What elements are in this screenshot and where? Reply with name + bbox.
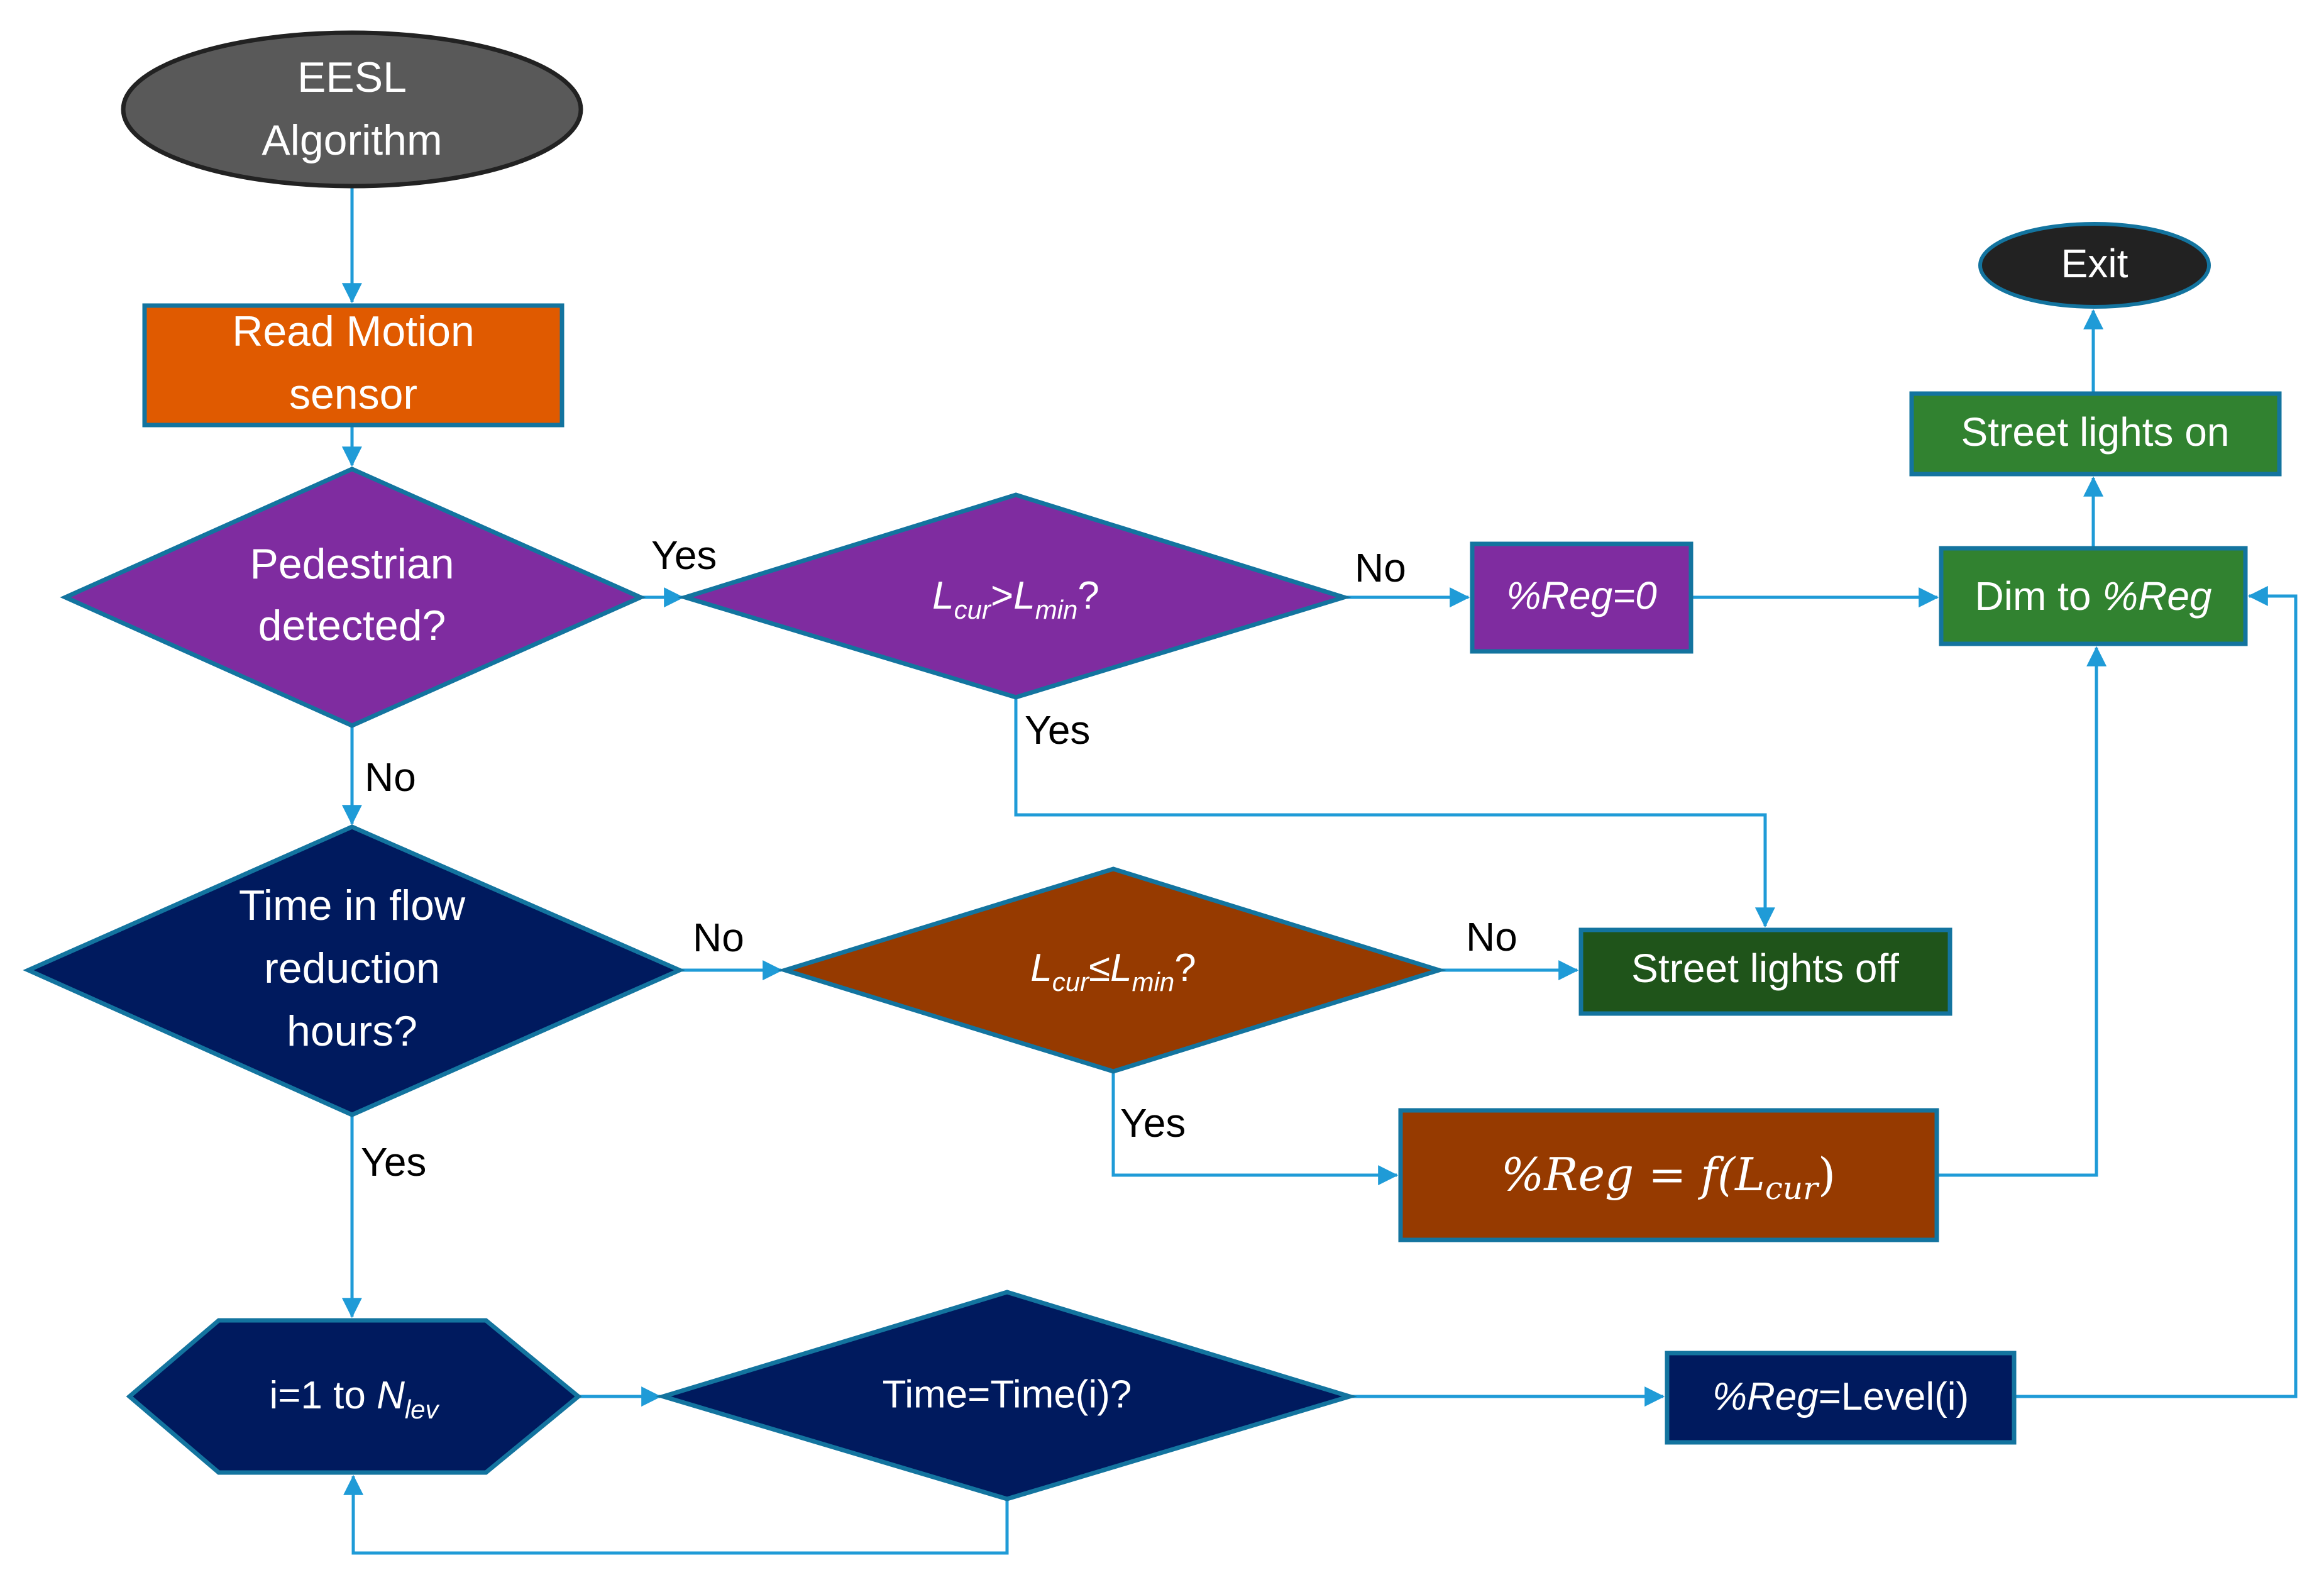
edge-label-lgt-no: No xyxy=(1355,545,1406,590)
connector-time-loopback xyxy=(343,1474,1009,1555)
exit-node[interactable]: Exit xyxy=(1978,222,2211,309)
lights-off-node[interactable]: Street lights off xyxy=(1578,927,1952,1016)
reg-zero-label: %Reg=0 xyxy=(1506,574,1657,617)
pedestrian-line2: detected? xyxy=(258,602,446,650)
exit-label: Exit xyxy=(2061,241,2128,286)
reg-level-node[interactable]: %Reg=Level(i) xyxy=(1665,1351,2017,1445)
flowchart: Yes No No Yes No Yes No Yes EESL Algorit… xyxy=(23,30,2298,1555)
pedestrian-diamond xyxy=(60,467,646,728)
connector-level-to-dim xyxy=(2014,585,2298,1398)
edge-label-lle-no: No xyxy=(1466,914,1517,959)
time-eq-decision[interactable]: Time=Time(i)? xyxy=(655,1290,1358,1501)
read-sensor-node[interactable]: Read Motion sensor xyxy=(142,303,564,428)
flow-reduction-decision[interactable]: Time in flow reduction hours? xyxy=(23,824,685,1117)
lights-on-label: Street lights on xyxy=(1961,409,2230,455)
start-label-line2: Algorithm xyxy=(262,116,442,164)
edge-label-lgt-yes: Yes xyxy=(1025,707,1090,753)
loop-node[interactable]: i=1 to Nlev xyxy=(126,1318,582,1475)
lcur-le-lmin-decision[interactable]: Lcur≤Lmin? xyxy=(778,866,1446,1074)
dim-to-reg-node[interactable]: Dim to %Reg xyxy=(1939,546,2248,646)
reg-level-label: %Reg=Level(i) xyxy=(1712,1375,1969,1418)
lights-off-label: Street lights off xyxy=(1631,946,1899,991)
edge-label-flow-yes: Yes xyxy=(361,1139,426,1185)
pedestrian-decision[interactable]: Pedestrian detected? xyxy=(60,467,646,728)
connector-func-to-dim xyxy=(1937,646,2107,1177)
edge-label-pedestrian-no: No xyxy=(365,755,416,800)
read-sensor-line1: Read Motion xyxy=(232,307,475,355)
edge-label-flow-no: No xyxy=(693,915,744,960)
start-label-line1: EESL xyxy=(297,53,407,101)
connectors xyxy=(341,186,2298,1555)
pedestrian-line1: Pedestrian xyxy=(250,540,454,588)
flow-reduction-line1: Time in flow xyxy=(239,882,466,929)
start-node[interactable]: EESL Algorithm xyxy=(121,30,583,189)
reg-zero-node[interactable]: %Reg=0 xyxy=(1470,541,1693,654)
reg-func-node[interactable]: %Reg = f(Lcur) xyxy=(1398,1108,1939,1242)
flow-reduction-line2: reduction xyxy=(264,944,440,992)
lcur-gt-lmin-decision[interactable]: Lcur>Lmin? xyxy=(678,492,1352,700)
lights-on-node[interactable]: Street lights on xyxy=(1909,391,2282,477)
edge-label-pedestrian-yes: Yes xyxy=(651,533,717,578)
flow-reduction-line3: hours? xyxy=(287,1007,417,1055)
edge-label-lle-yes: Yes xyxy=(1120,1100,1186,1146)
read-sensor-line2: sensor xyxy=(289,370,417,418)
time-eq-label: Time=Time(i)? xyxy=(883,1373,1132,1416)
dim-to-reg-label: Dim to %Reg xyxy=(1975,573,2212,619)
